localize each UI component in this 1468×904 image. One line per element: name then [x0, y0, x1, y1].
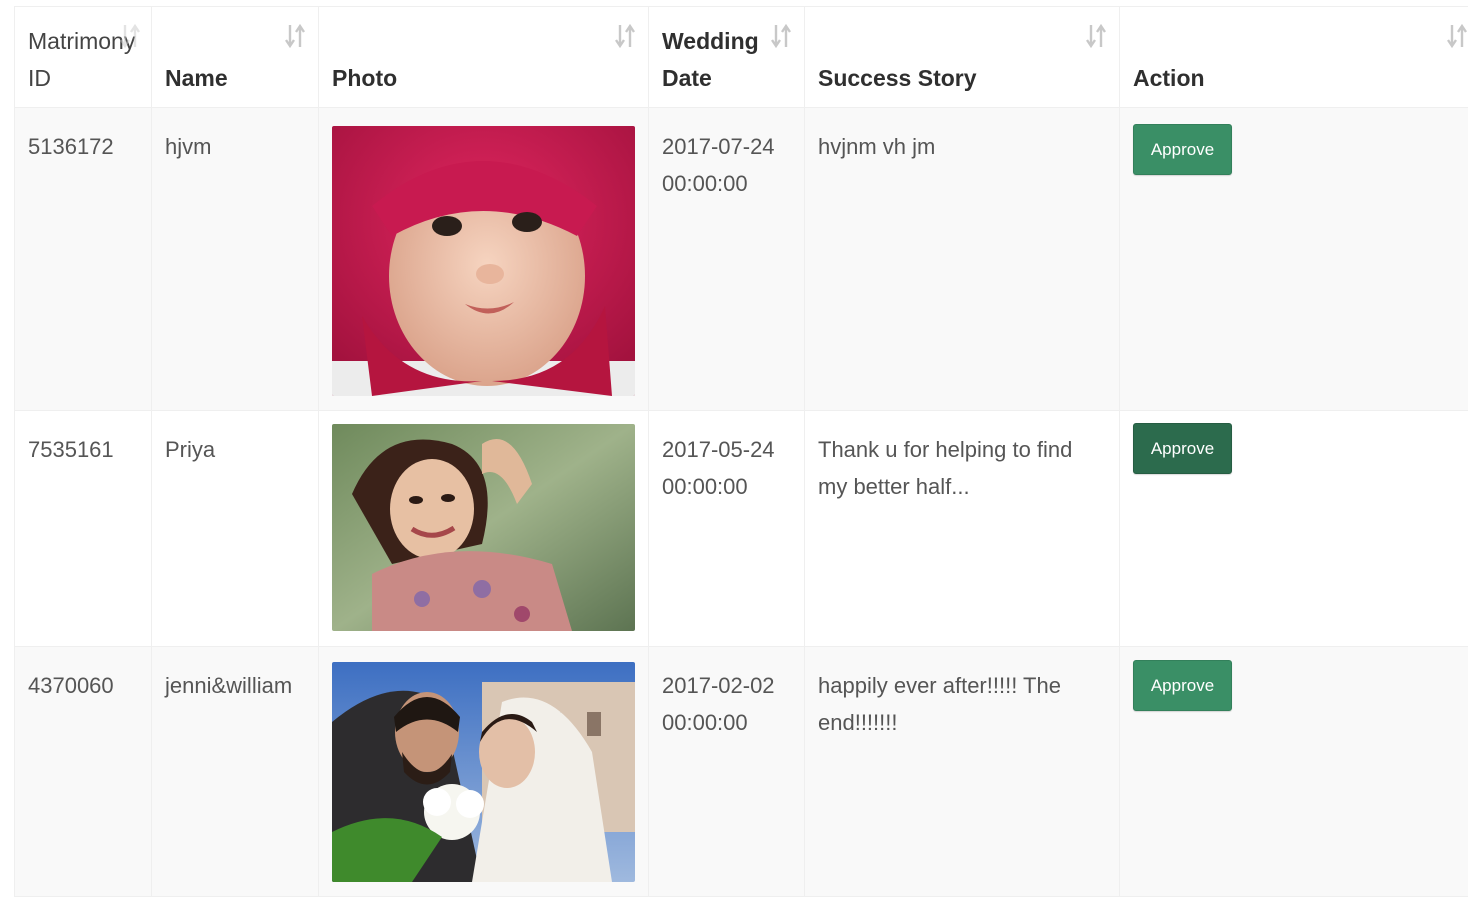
sort-icon[interactable]: [284, 21, 306, 51]
header-label: Action: [1133, 65, 1205, 91]
sort-icon[interactable]: [119, 21, 141, 51]
approve-button[interactable]: Approve: [1133, 423, 1232, 474]
wedding-date: 2017-07-24: [662, 134, 775, 159]
header-label: Name: [165, 65, 228, 91]
action-cell: Approve: [1119, 646, 1468, 897]
column-header-wedding-date[interactable]: Wedding Date: [648, 6, 805, 108]
action-cell: Approve: [1119, 107, 1468, 411]
success-stories-table: Matrimony ID Name Photo Wedding Date Suc…: [14, 6, 1468, 897]
sort-icon[interactable]: [614, 21, 636, 51]
column-header-photo[interactable]: Photo: [318, 6, 649, 108]
name-cell: Priya: [151, 410, 319, 647]
table-row: 4370060 jenni&william 2017-02-02 00:00:0…: [14, 646, 1468, 897]
column-header-matrimony-id[interactable]: Matrimony ID: [14, 6, 152, 108]
success-story-cell: Thank u for helping to find my better ha…: [804, 410, 1120, 647]
wedding-date-cell: 2017-02-02 00:00:00: [648, 646, 805, 897]
wedding-couple-photo: [332, 662, 635, 882]
table-row: 5136172 hjvm 2017-07-24 00:00:00 hvjnm v…: [14, 107, 1468, 411]
sort-icon[interactable]: [770, 21, 792, 51]
header-label: Success Story: [818, 65, 977, 91]
column-header-name[interactable]: Name: [151, 6, 319, 108]
header-label: Wedding: [662, 28, 759, 54]
header-label: Date: [662, 65, 712, 91]
baby-photo: [332, 126, 635, 396]
sort-icon[interactable]: [1085, 21, 1107, 51]
action-cell: Approve: [1119, 410, 1468, 647]
sort-icon[interactable]: [1446, 21, 1468, 51]
wedding-time: 00:00:00: [662, 710, 748, 735]
column-header-success-story[interactable]: Success Story: [804, 6, 1120, 108]
header-label: Photo: [332, 65, 398, 91]
wedding-date: 2017-02-02: [662, 673, 775, 698]
table-row: 7535161 Priya 2017-05-24 00:00:00 Thank …: [14, 410, 1468, 647]
name-cell: hjvm: [151, 107, 319, 411]
photo-cell: [318, 410, 649, 647]
column-header-action[interactable]: Action: [1119, 6, 1468, 108]
photo-cell: [318, 107, 649, 411]
success-story-cell: happily ever after!!!!! The end!!!!!!!: [804, 646, 1120, 897]
wedding-date: 2017-05-24: [662, 437, 775, 462]
matrimony-id-cell: 4370060: [14, 646, 152, 897]
photo-cell: [318, 646, 649, 897]
wedding-time: 00:00:00: [662, 474, 748, 499]
matrimony-id-cell: 5136172: [14, 107, 152, 411]
wedding-time: 00:00:00: [662, 171, 748, 196]
header-label: ID: [28, 65, 51, 91]
wedding-date-cell: 2017-07-24 00:00:00: [648, 107, 805, 411]
approve-button[interactable]: Approve: [1133, 660, 1232, 711]
name-cell: jenni&william: [151, 646, 319, 897]
approve-button[interactable]: Approve: [1133, 124, 1232, 175]
woman-photo: [332, 424, 635, 631]
matrimony-id-cell: 7535161: [14, 410, 152, 647]
success-story-cell: hvjnm vh jm: [804, 107, 1120, 411]
wedding-date-cell: 2017-05-24 00:00:00: [648, 410, 805, 647]
